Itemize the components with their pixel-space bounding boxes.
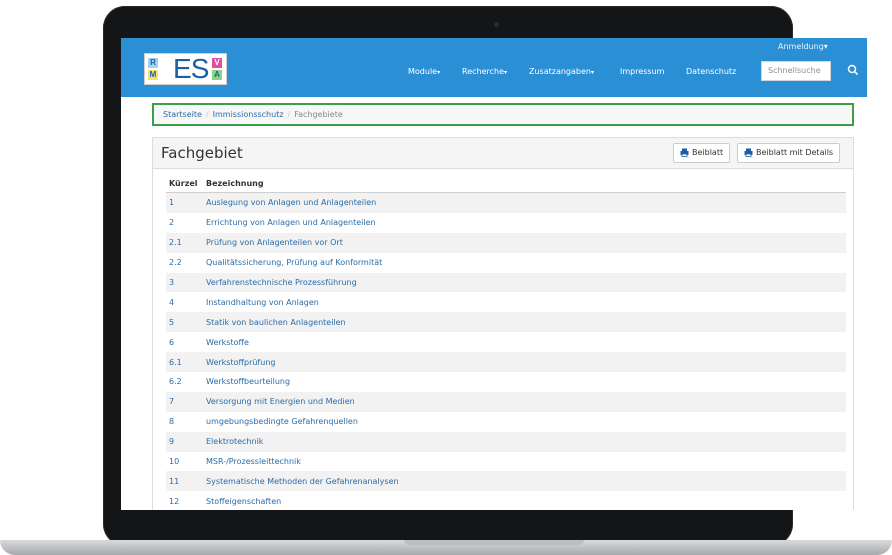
column-header-bezeichnung: Bezeichnung (203, 174, 846, 193)
cell-bezeichnung-link[interactable]: Verfahrenstechnische Prozessführung (203, 272, 846, 293)
cell-kuerzel: 6.2 (169, 377, 182, 387)
logo-es: ES (173, 53, 209, 84)
logo-letter-m: M (148, 70, 158, 80)
cell-kuerzel: 1 (166, 192, 203, 213)
cell-bezeichnung-link[interactable]: Instandhaltung von Anlagen (203, 292, 846, 312)
cell-bezeichnung-link[interactable]: Statik von baulichen Anlagenteilen (203, 312, 846, 333)
table-row[interactable]: 9 Elektrotechnik (166, 431, 846, 452)
column-header-kuerzel: Kürzel (166, 174, 203, 193)
table-row[interactable]: 11 Systematische Methoden der Gefahrenana… (166, 471, 846, 492)
cell-kuerzel: 2.1 (166, 232, 203, 253)
panel-heading: Fachgebiet Beiblatt Beiblatt mit Details (153, 138, 853, 169)
cell-bezeichnung-link[interactable]: Prüfung von Anlagenteilen vor Ort (203, 232, 846, 253)
cell-kuerzel: 2 (169, 218, 175, 228)
table-row[interactable]: 12 Stoffeigenschaften (166, 491, 846, 510)
logo-letter-v: V (212, 58, 222, 68)
logo[interactable]: R M ES V A (144, 53, 227, 85)
cell-kuerzel: 10 (169, 457, 180, 467)
cell-bezeichnung-link[interactable]: Stoffeigenschaften (203, 491, 846, 510)
chevron-down-icon: ▾ (590, 69, 594, 76)
cell-bezeichnung-link[interactable]: Werkstoffe (203, 332, 846, 352)
logo-letter-a: A (212, 70, 222, 80)
top-navbar: R M ES V A Anmeldung▾ Module▾ Recherche▾… (121, 38, 867, 97)
login-dropdown[interactable]: Anmeldung▾ (778, 42, 828, 51)
breadcrumb-startseite[interactable]: Startseite (163, 110, 202, 119)
table-row[interactable]: 7 Versorgung mit Energien und Medien (166, 391, 846, 412)
cell-bezeichnung-link[interactable]: Errichtung von Anlagen und Anlagenteilen (203, 213, 846, 233)
printer-icon (744, 148, 753, 157)
browser-screen: R M ES V A Anmeldung▾ Module▾ Recherche▾… (121, 38, 867, 510)
table-row[interactable]: 4 Instandhaltung von Anlagen (166, 292, 846, 312)
printer-icon (680, 148, 689, 157)
nav-recherche[interactable]: Recherche▾ (462, 66, 507, 79)
table-row[interactable]: 5 Statik von baulichen Anlagenteilen (166, 312, 846, 333)
cell-kuerzel: 9 (166, 431, 203, 452)
search-icon[interactable] (847, 64, 859, 76)
laptop-notch (404, 540, 584, 545)
quick-search-input[interactable]: Schnellsuche (761, 61, 831, 81)
table-row[interactable]: 6 Werkstoffe (166, 332, 846, 352)
cell-bezeichnung-link[interactable]: MSR-/Prozessleittechnik (203, 452, 846, 472)
table-row[interactable]: 8 umgebungsbedingte Gefahrenquellen (166, 412, 846, 432)
nav-impressum[interactable]: Impressum (620, 66, 664, 78)
cell-bezeichnung-link[interactable]: Qualitätssicherung, Prüfung auf Konformi… (203, 253, 846, 273)
cell-bezeichnung-link[interactable]: Werkstoffbeurteilung (203, 372, 846, 392)
nav-datenschutz[interactable]: Datenschutz (686, 66, 736, 78)
cell-kuerzel: 8 (169, 417, 175, 427)
chevron-down-icon: ▾ (504, 69, 508, 76)
cell-bezeichnung-link[interactable]: Werkstoffprüfung (203, 352, 846, 373)
cell-kuerzel: 3 (166, 272, 203, 293)
cell-kuerzel: 4 (169, 297, 175, 307)
table-row[interactable]: 1 Auslegung von Anlagen und Anlagenteilen (166, 192, 846, 213)
table-row[interactable]: 10 MSR-/Prozessleittechnik (166, 452, 846, 472)
camera-dot (494, 22, 499, 27)
table-row[interactable]: 2 Errichtung von Anlagen und Anlagenteile… (166, 213, 846, 233)
cell-bezeichnung-link[interactable]: Auslegung von Anlagen und Anlagenteilen (203, 192, 846, 213)
table-row[interactable]: 3 Verfahrenstechnische Prozessführung (166, 272, 846, 293)
cell-kuerzel: 7 (166, 391, 203, 412)
cell-bezeichnung-link[interactable]: umgebungsbedingte Gefahrenquellen (203, 412, 846, 432)
table-row[interactable]: 6.1 Werkstoffprüfung (166, 352, 846, 373)
breadcrumb-separator: / (205, 110, 209, 119)
table-row[interactable]: 2.2 Qualitätssicherung, Prüfung auf Konfo… (166, 253, 846, 273)
cell-kuerzel: 12 (169, 496, 180, 506)
cell-kuerzel: 2.2 (169, 258, 182, 268)
table-header-row: Kürzel Bezeichnung (166, 174, 846, 193)
beiblatt-details-button[interactable]: Beiblatt mit Details (737, 143, 841, 163)
cell-bezeichnung-link[interactable]: Elektrotechnik (203, 431, 846, 452)
beiblatt-button[interactable]: Beiblatt (673, 143, 731, 163)
fachgebiet-panel: Fachgebiet Beiblatt Beiblatt mit Details (152, 137, 854, 510)
nav-zusatzangaben[interactable]: Zusatzangaben▾ (529, 66, 594, 79)
chevron-down-icon: ▾ (437, 69, 441, 76)
cell-kuerzel: 6 (169, 337, 175, 347)
cell-bezeichnung-link[interactable]: Versorgung mit Energien und Medien (203, 391, 846, 412)
breadcrumb-separator: / (287, 110, 291, 119)
nav-module[interactable]: Module▾ (408, 66, 440, 79)
cell-kuerzel: 11 (166, 471, 203, 492)
breadcrumb-immissionsschutz[interactable]: Immissionsschutz (213, 110, 284, 119)
logo-letter-r: R (148, 58, 158, 68)
page-title: Fachgebiet (161, 144, 243, 162)
table-row[interactable]: 6.2 Werkstoffbeurteilung (166, 372, 846, 392)
cell-kuerzel: 5 (166, 312, 203, 333)
breadcrumb-current: Fachgebiete (294, 110, 343, 119)
fachgebiet-table: Kürzel Bezeichnung 1 Auslegung von Anlage… (166, 174, 846, 510)
cell-bezeichnung-link[interactable]: Systematische Methoden der Gefahrenanaly… (203, 471, 846, 492)
breadcrumb: Startseite / Immissionsschutz / Fachgebiete (152, 103, 854, 126)
cell-kuerzel: 6.1 (166, 352, 203, 373)
table-row[interactable]: 2.1 Prüfung von Anlagenteilen vor Ort (166, 232, 846, 253)
